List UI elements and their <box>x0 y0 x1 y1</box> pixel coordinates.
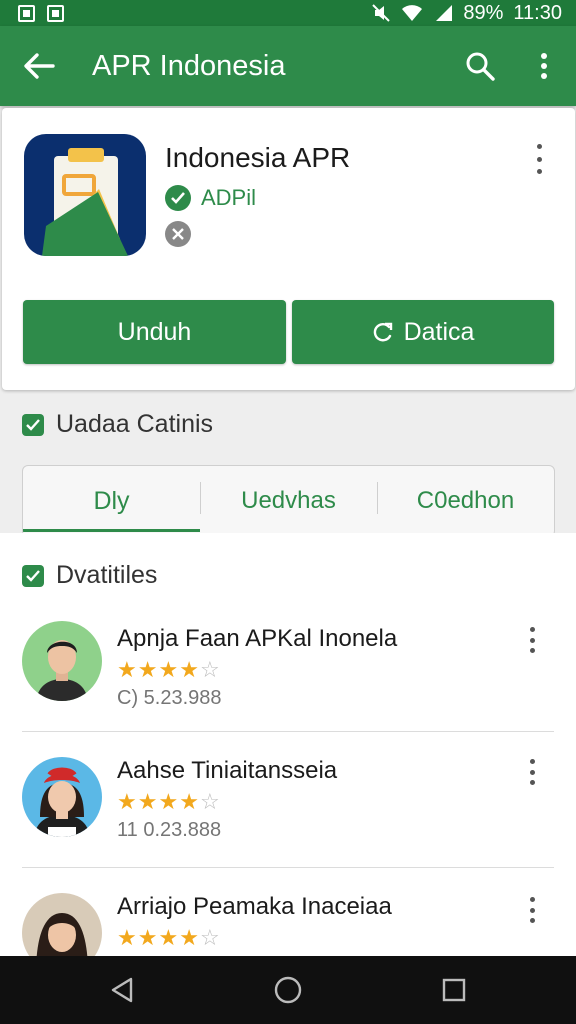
star-half-icon: ★ <box>179 789 199 814</box>
avatar <box>22 893 102 956</box>
star-icon: ★ <box>117 657 137 682</box>
divider <box>22 731 554 732</box>
status-bar: 89% 11:30 <box>0 0 576 26</box>
review-author: Aahse Tiniaitansseia <box>117 757 338 784</box>
rating-stars: ★ ★ ★ ★ ☆ <box>117 927 220 949</box>
rating-stars: ★ ★ ★ ★ ☆ <box>117 791 220 813</box>
app-logo <box>24 134 146 256</box>
refresh-icon <box>373 322 392 342</box>
star-icon: ★ <box>117 925 137 950</box>
review-overflow-button[interactable] <box>526 759 538 785</box>
reviews-title: Dvatitiles <box>56 561 158 589</box>
page-title: APR Indonesia <box>92 49 286 82</box>
notification-icon <box>18 4 35 22</box>
tab-bar: Dly Uedvhas C0edhon <box>22 465 555 537</box>
nav-recents-icon[interactable] <box>441 977 467 1003</box>
app-bar: APR Indonesia <box>0 26 576 106</box>
app-header-card: Indonesia APR ADPil Unduh Datica <box>2 108 575 390</box>
app-name: Indonesia APR <box>165 142 351 173</box>
more-vert-icon <box>541 53 547 79</box>
star-empty-icon: ☆ <box>199 657 220 682</box>
mute-icon <box>372 4 391 22</box>
star-empty-icon: ☆ <box>199 789 220 814</box>
battery-level: 89% <box>463 1 504 24</box>
section-header: Uadaa Catinis <box>22 410 213 439</box>
rating-stars: ★ ★ ★ ★ ☆ <box>117 659 220 681</box>
app-overflow-menu-button[interactable] <box>527 144 551 174</box>
checkbox-icon <box>22 564 44 587</box>
notification-icon <box>47 4 64 22</box>
star-icon: ★ <box>158 657 179 682</box>
star-icon: ★ <box>158 789 179 814</box>
nav-home-icon[interactable] <box>273 975 303 1005</box>
signal-icon <box>436 5 453 21</box>
back-button[interactable] <box>0 26 78 106</box>
review-date: C) 5.23.988 <box>117 687 222 709</box>
review-author: Apnja Faan APKal Inonela <box>117 625 398 652</box>
review-overflow-button[interactable] <box>526 897 538 923</box>
avatar <box>22 621 102 701</box>
tab-1[interactable]: Dly <box>23 466 200 536</box>
star-empty-icon: ☆ <box>199 925 220 950</box>
tab-2[interactable]: Uedvhas <box>200 466 377 536</box>
system-nav-bar <box>0 956 576 1024</box>
overflow-menu-button[interactable] <box>512 26 576 106</box>
star-icon: ★ <box>137 789 158 814</box>
star-half-icon: ★ <box>179 657 199 682</box>
reviews-panel: Dvatitiles Apnja Faan APKal Inonela ★ ★ ★ ★… <box>0 533 576 956</box>
secondary-button[interactable]: Datica <box>292 300 554 364</box>
review-author: Arriajo Peamaka Inaceiaa <box>117 893 392 920</box>
star-icon: ★ <box>137 925 158 950</box>
nav-back-icon[interactable] <box>109 976 135 1004</box>
download-button[interactable]: Unduh <box>23 300 286 364</box>
download-button-label: Unduh <box>117 317 192 346</box>
star-half-icon: ★ <box>179 925 199 950</box>
developer-name[interactable]: ADPil <box>201 185 256 211</box>
wifi-icon <box>402 5 423 21</box>
avatar <box>22 757 102 837</box>
review-overflow-button[interactable] <box>526 627 538 653</box>
verified-check-icon <box>165 185 191 211</box>
arrow-back-icon <box>24 53 55 79</box>
star-icon: ★ <box>137 657 158 682</box>
review-date: 11 0.23.888 <box>117 819 222 841</box>
search-icon <box>466 52 495 81</box>
secondary-button-label: Datica <box>403 317 475 346</box>
tab-3[interactable]: C0edhon <box>377 466 554 536</box>
reviews-header: Dvatitiles <box>22 561 157 590</box>
star-icon: ★ <box>117 789 137 814</box>
developer-row: ADPil <box>165 185 256 211</box>
tools-icon <box>165 221 191 247</box>
checkbox-icon <box>22 413 44 436</box>
star-icon: ★ <box>158 925 179 950</box>
status-time: 11:30 <box>513 1 562 24</box>
divider <box>22 867 554 868</box>
search-button[interactable] <box>448 26 512 106</box>
section-title: Uadaa Catinis <box>56 410 214 438</box>
